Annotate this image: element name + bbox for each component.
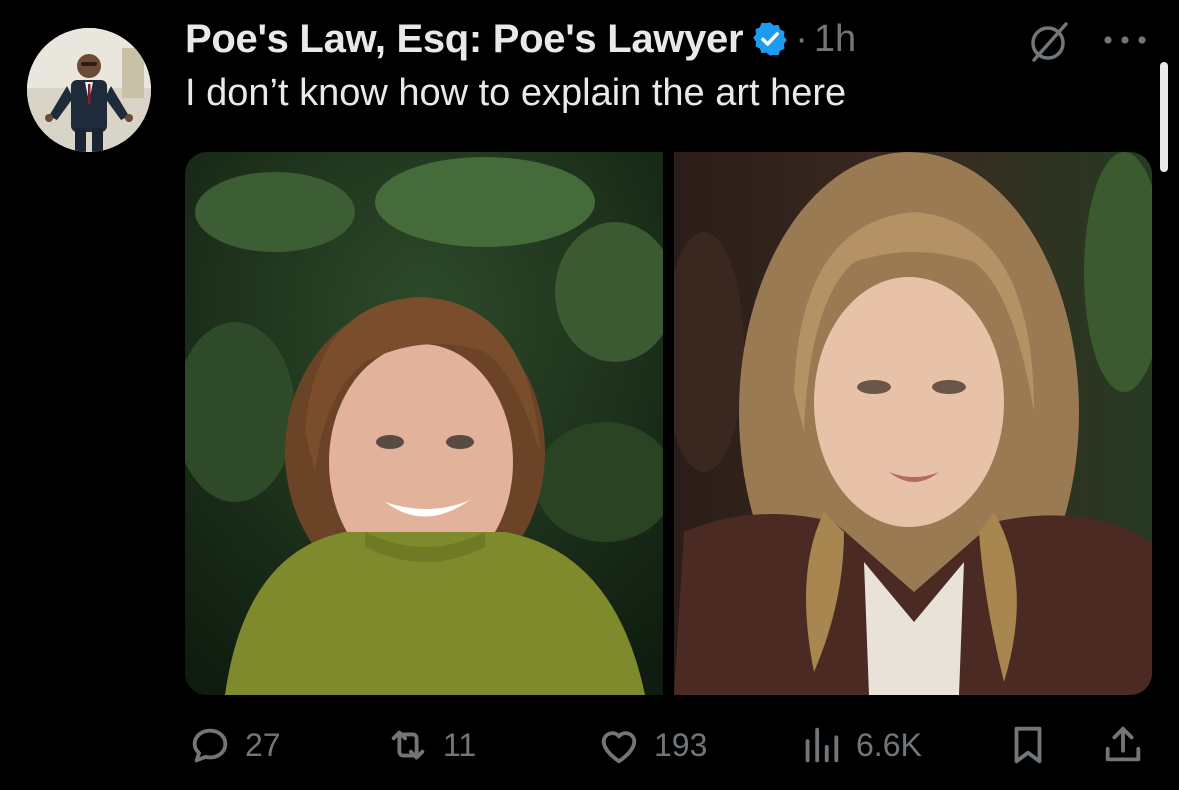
verified-badge-icon — [753, 22, 788, 56]
display-name[interactable]: Poe's Law, Esq: Poe's Lawyer — [185, 17, 744, 62]
repost-button[interactable]: 11 — [385, 715, 476, 775]
post-text: I don’t know how to explain the art here — [185, 72, 847, 114]
bookmark-button[interactable] — [1005, 715, 1063, 775]
views-count: 6.6K — [856, 726, 922, 763]
separator-dot: · — [795, 17, 808, 60]
action-bar: 27 11 193 6.6K — [0, 715, 1179, 775]
media-grid — [185, 152, 1152, 695]
like-icon — [601, 731, 637, 764]
reply-count: 27 — [245, 726, 281, 763]
share-icon — [1105, 726, 1141, 762]
scrollbar[interactable] — [1160, 62, 1168, 172]
avatar[interactable] — [27, 28, 151, 152]
views-icon — [805, 727, 839, 763]
woman-leather-jacket-image — [674, 152, 1152, 695]
timestamp[interactable]: 1h — [814, 18, 856, 61]
like-count: 193 — [654, 726, 708, 763]
media-image-left[interactable] — [185, 152, 663, 695]
reply-icon — [192, 728, 228, 763]
like-button[interactable]: 193 — [596, 715, 707, 775]
share-button[interactable] — [1100, 715, 1158, 775]
woman-green-sweater-image — [185, 152, 663, 695]
avatar-image — [27, 28, 151, 152]
bookmark-icon — [1014, 726, 1042, 764]
reply-button[interactable]: 27 — [187, 715, 281, 775]
post-header: Poe's Law, Esq: Poe's Lawyer · 1h — [185, 13, 856, 65]
repost-icon — [391, 730, 425, 760]
views-button[interactable]: 6.6K — [798, 715, 922, 775]
repost-count: 11 — [443, 726, 477, 763]
more-icon[interactable] — [1102, 34, 1148, 46]
media-image-right[interactable] — [674, 152, 1152, 695]
grok-icon[interactable] — [1026, 20, 1072, 64]
